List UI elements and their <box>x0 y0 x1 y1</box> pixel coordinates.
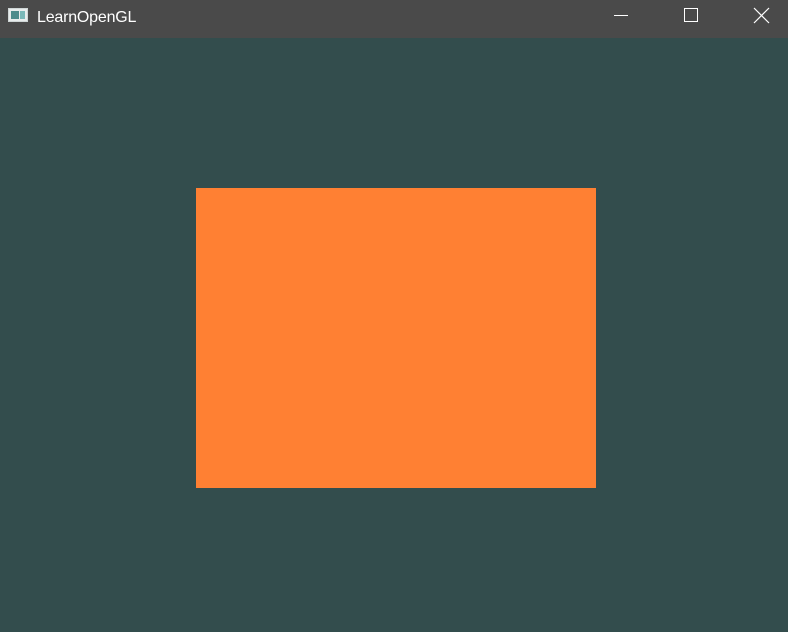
minimize-button[interactable] <box>598 0 644 32</box>
close-icon <box>753 7 770 24</box>
app-icon-left-pane <box>11 11 19 19</box>
app-icon-right-pane <box>20 11 25 19</box>
orange-rectangle <box>196 188 596 488</box>
maximize-button[interactable] <box>667 0 713 32</box>
app-icon <box>8 8 28 22</box>
render-viewport[interactable] <box>0 38 788 632</box>
title-bar[interactable]: LearnOpenGL <box>0 0 788 38</box>
window-title: LearnOpenGL <box>37 9 137 26</box>
close-button[interactable] <box>738 0 784 32</box>
minimize-icon <box>614 15 628 16</box>
app-window: LearnOpenGL <box>0 0 788 632</box>
maximize-icon <box>684 8 698 22</box>
